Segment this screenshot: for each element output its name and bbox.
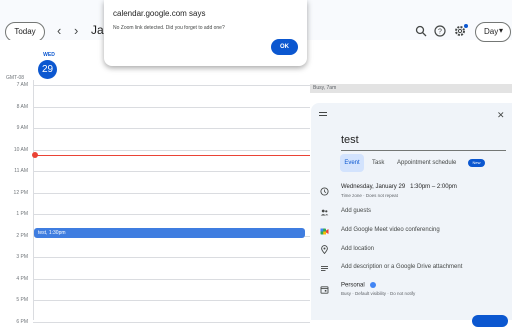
drag-handle-icon[interactable] <box>319 112 327 118</box>
dialog-title: calendar.google.com says <box>113 9 206 18</box>
calendar-sub: Busy · Default visibility · Do not notif… <box>341 291 416 296</box>
hour-gridline <box>33 322 310 323</box>
add-location-field[interactable]: Add location <box>341 246 374 252</box>
hour-gridline <box>33 128 310 129</box>
event-datetime[interactable]: Wednesday, January 29 1:30pm – 2:00pm <box>341 184 457 190</box>
people-icon <box>320 209 329 216</box>
hour-label: 12 PM <box>13 190 28 196</box>
tab-event[interactable]: Event <box>340 154 364 172</box>
hour-label: 4 PM <box>16 276 28 282</box>
hour-gridline <box>33 279 310 280</box>
alert-dialog: calendar.google.com says No Zoom link de… <box>104 0 307 66</box>
today-button[interactable]: Today <box>5 22 45 42</box>
hour-label: 9 AM <box>16 125 28 131</box>
event-date: Wednesday, January 29 <box>341 184 406 190</box>
event-panel: ✕ test Event Task Appointment schedule N… <box>311 103 512 327</box>
close-icon[interactable]: ✕ <box>497 110 505 121</box>
add-guests-field[interactable]: Add guests <box>341 208 371 214</box>
hour-label: 7 AM <box>16 82 28 88</box>
hour-gridline <box>33 150 310 151</box>
calendar-select[interactable]: Personal <box>341 282 377 289</box>
tab-task[interactable]: Task <box>372 160 384 166</box>
chevron-right-icon[interactable]: › <box>74 24 78 38</box>
hour-label: 1 PM <box>16 211 28 217</box>
ok-button[interactable]: OK <box>271 39 298 55</box>
svg-text:?: ? <box>438 29 442 36</box>
new-badge: New <box>468 159 485 167</box>
busy-strip: Busy, 7am <box>310 84 512 93</box>
hour-gridline <box>33 85 310 86</box>
event-datetime-sub: Time zone · Does not repeat <box>341 193 398 198</box>
day-grid <box>0 40 310 320</box>
calendar-color-dot <box>370 282 377 288</box>
hour-gridline <box>33 257 310 258</box>
chevron-left-icon[interactable]: ‹ <box>57 24 61 38</box>
add-meet-button[interactable]: Add Google Meet video conferencing <box>341 227 440 233</box>
hour-label: 8 AM <box>16 104 28 110</box>
current-time-dot <box>32 152 38 158</box>
location-pin-icon <box>321 245 328 254</box>
grid-divider <box>33 80 34 320</box>
calendar-name: Personal <box>341 282 365 289</box>
current-time-line <box>35 155 310 156</box>
hour-label: 10 AM <box>13 147 28 153</box>
hour-gridline <box>33 300 310 301</box>
clock-icon <box>320 187 329 196</box>
hour-label: 2 PM <box>16 233 28 239</box>
notification-dot <box>464 24 468 28</box>
tab-appointment-schedule[interactable]: Appointment schedule <box>397 160 456 166</box>
calendar-icon <box>320 286 329 294</box>
timezone-label: GMT-08 <box>6 75 25 81</box>
month-title: Ja <box>91 23 104 37</box>
add-description-field[interactable]: Add description or a Google Drive attach… <box>341 264 462 270</box>
day-number[interactable]: 29 <box>38 60 57 79</box>
hour-gridline <box>33 171 310 172</box>
hour-label: 3 PM <box>16 254 28 260</box>
dialog-message: No Zoom link detected. Did you forget to… <box>113 25 225 31</box>
help-icon[interactable]: ? <box>433 24 447 38</box>
day-name: WED <box>43 52 55 58</box>
title-underline <box>341 150 506 151</box>
hour-gridline <box>33 193 310 194</box>
save-button[interactable] <box>472 315 508 327</box>
view-selector-button[interactable]: Day ▾ <box>475 22 511 42</box>
event-time: 1:30pm – 2:00pm <box>410 184 457 190</box>
caret-down-icon: ▾ <box>499 26 504 35</box>
search-icon[interactable] <box>414 24 428 38</box>
google-meet-icon <box>320 228 329 235</box>
hour-label: 5 PM <box>16 297 28 303</box>
event-title-field[interactable]: test <box>341 134 359 146</box>
event-chip[interactable]: test, 1:30pm <box>34 228 305 238</box>
hour-gridline <box>33 107 310 108</box>
description-icon <box>321 266 328 271</box>
hour-label: 11 AM <box>14 168 28 174</box>
view-selector-label: Day <box>484 27 499 36</box>
hour-gridline <box>33 214 310 215</box>
